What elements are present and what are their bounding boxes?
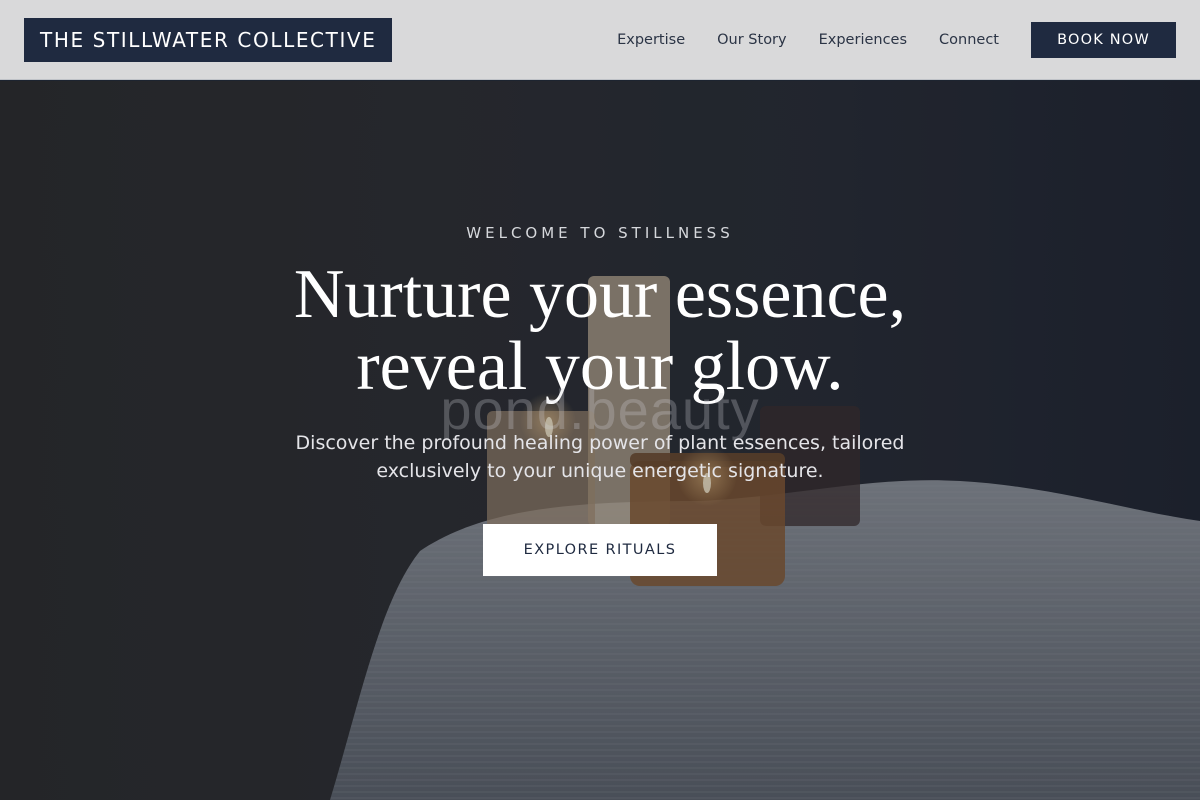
book-now-button[interactable]: BOOK NOW [1031, 21, 1176, 58]
site-header: THE STILLWATER COLLECTIVE Expertise Our … [0, 0, 1200, 80]
nav-link-experiences[interactable]: Experiences [819, 32, 907, 48]
headline-line-1: Nurture your essence, [293, 256, 907, 333]
nav-link-expertise[interactable]: Expertise [617, 32, 685, 48]
hero-section: WELCOME TO STILLNESS Nurture your essenc… [0, 81, 1200, 800]
brand-logo[interactable]: THE STILLWATER COLLECTIVE [24, 17, 393, 62]
subtext-line-1: Discover the profound healing power of p… [295, 432, 905, 454]
hero-content: WELCOME TO STILLNESS Nurture your essenc… [0, 81, 1200, 800]
hero-subtext: Discover the profound healing power of p… [270, 429, 930, 485]
nav-link-our-story[interactable]: Our Story [717, 32, 786, 48]
explore-rituals-button[interactable]: EXPLORE RITUALS [483, 524, 717, 576]
nav-link-connect[interactable]: Connect [939, 32, 999, 48]
hero-eyebrow: WELCOME TO STILLNESS [466, 224, 734, 242]
subtext-line-2: exclusively to your unique energetic sig… [376, 460, 824, 482]
main-nav: Expertise Our Story Experiences Connect … [617, 21, 1176, 58]
